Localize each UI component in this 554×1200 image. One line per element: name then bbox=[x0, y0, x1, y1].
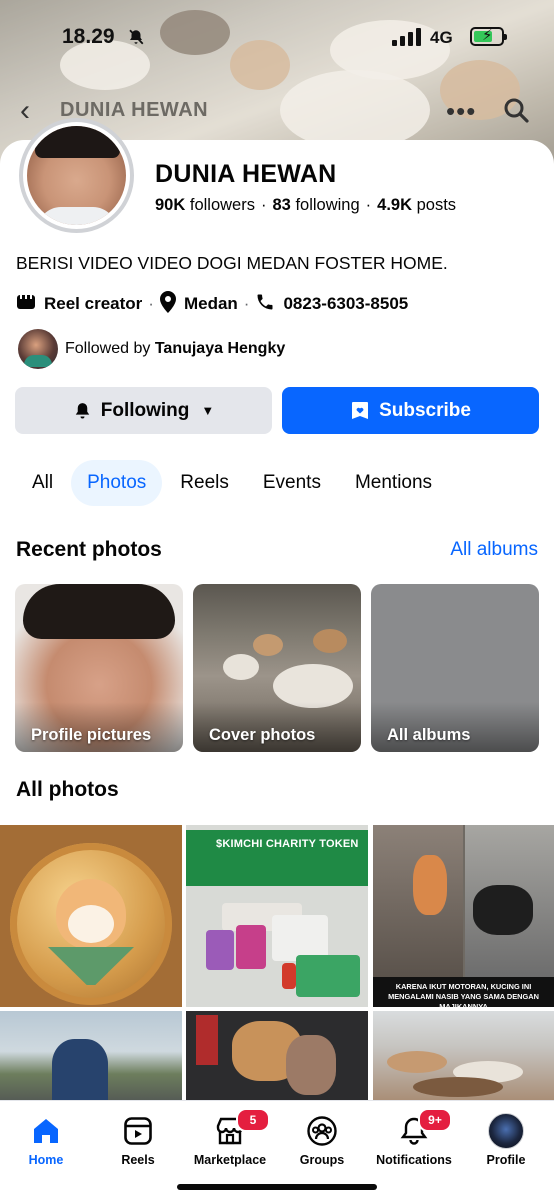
photo-tile[interactable]: $KIMCHI CHARITY TOKEN bbox=[186, 825, 368, 1007]
all-albums-link[interactable]: All albums bbox=[450, 539, 538, 561]
followed-by[interactable]: Followed by Tanujaya Hengky bbox=[18, 328, 285, 370]
marketplace-badge: 5 bbox=[236, 1108, 270, 1132]
tab-reels[interactable]: Reels bbox=[164, 460, 245, 506]
photo-tile[interactable] bbox=[0, 1011, 182, 1101]
nav-label: Home bbox=[28, 1153, 64, 1167]
profile-bio: BERISI VIDEO VIDEO DOGI MEDAN FOSTER HOM… bbox=[16, 253, 448, 273]
nav-marketplace[interactable]: 5 Marketplace bbox=[184, 1108, 276, 1167]
home-icon bbox=[0, 1111, 92, 1151]
reel-icon bbox=[16, 293, 36, 316]
nav-label: Notifications bbox=[376, 1153, 452, 1167]
followed-by-name[interactable]: Tanujaya Hengky bbox=[155, 340, 285, 357]
chevron-left-icon[interactable]: ‹ bbox=[20, 96, 30, 126]
banner-text: $KIMCHI CHARITY TOKEN bbox=[216, 838, 359, 850]
all-photos-title: All photos bbox=[16, 778, 119, 801]
album-label: All albums bbox=[387, 726, 471, 744]
signal-icon bbox=[392, 28, 422, 46]
profile-avatar[interactable] bbox=[19, 118, 134, 233]
nav-groups[interactable]: Groups bbox=[276, 1111, 368, 1167]
photo-tile[interactable] bbox=[186, 1011, 368, 1101]
battery-icon: ⚡ bbox=[470, 27, 507, 46]
home-indicator bbox=[177, 1184, 377, 1190]
search-icon[interactable] bbox=[502, 96, 530, 124]
category-label: Reel creator bbox=[44, 294, 143, 313]
bell-icon: 9+ bbox=[368, 1108, 460, 1151]
nav-label: Reels bbox=[121, 1153, 155, 1167]
tab-photos[interactable]: Photos bbox=[71, 460, 163, 506]
followers-label[interactable]: followers bbox=[190, 196, 255, 214]
tab-all[interactable]: All bbox=[16, 460, 69, 506]
avatar-image bbox=[27, 126, 126, 225]
album-profile-pictures[interactable]: Profile pictures bbox=[15, 584, 183, 752]
tab-mentions[interactable]: Mentions bbox=[339, 460, 448, 506]
album-label: Cover photos bbox=[209, 726, 316, 744]
followed-by-prefix: Followed by bbox=[65, 340, 151, 357]
nav-label: Marketplace bbox=[193, 1153, 267, 1167]
profile-details: Reel creator · Medan · 0823-6303-8505 bbox=[16, 290, 408, 318]
photo-caption: KARENA IKUT MOTORAN, KUCING INI MENGALAM… bbox=[373, 977, 554, 1007]
caret-down-icon: ▼ bbox=[201, 403, 215, 418]
photo-tile[interactable]: KARENA IKUT MOTORAN, KUCING INI MENGALAM… bbox=[373, 825, 554, 1007]
friend-avatar bbox=[18, 329, 58, 369]
bell-slash-icon bbox=[127, 28, 145, 51]
notifications-badge: 9+ bbox=[418, 1108, 452, 1132]
shiba-coin-image bbox=[10, 843, 172, 1005]
recent-photos-title: Recent photos bbox=[16, 538, 162, 561]
phone-number[interactable]: 0823-6303-8505 bbox=[283, 294, 408, 314]
marketplace-icon: 5 bbox=[184, 1108, 276, 1151]
nav-profile[interactable]: Profile bbox=[460, 1111, 552, 1167]
status-time: 18.29 bbox=[62, 25, 115, 48]
nav-notifications[interactable]: 9+ Notifications bbox=[368, 1108, 460, 1167]
subscribe-button[interactable]: Subscribe bbox=[282, 387, 539, 434]
profile-tabs: All Photos Reels Events Mentions bbox=[16, 459, 450, 507]
subscribe-label: Subscribe bbox=[379, 399, 471, 421]
groups-icon bbox=[276, 1111, 368, 1151]
profile-stats: 90K followers · 83 following · 4.9K posts bbox=[155, 196, 457, 214]
bell-icon bbox=[73, 401, 92, 421]
phone-icon bbox=[255, 292, 275, 317]
nav-label: Profile bbox=[486, 1153, 526, 1167]
tab-events[interactable]: Events bbox=[247, 460, 337, 506]
following-label[interactable]: following bbox=[295, 196, 359, 214]
posts-label: posts bbox=[416, 196, 457, 214]
profile-name: DUNIA HEWAN bbox=[155, 160, 337, 188]
subscribe-heart-icon bbox=[350, 401, 370, 421]
nav-reels[interactable]: Reels bbox=[92, 1111, 184, 1167]
nav-home[interactable]: Home bbox=[0, 1111, 92, 1167]
location-label[interactable]: Medan bbox=[184, 294, 238, 314]
reels-icon bbox=[92, 1111, 184, 1151]
posts-count: 4.9K bbox=[377, 196, 413, 214]
status-bar: 18.29 4G ⚡ bbox=[0, 0, 554, 74]
following-button[interactable]: Following ▼ bbox=[15, 387, 272, 434]
network-label: 4G bbox=[430, 28, 453, 47]
following-count[interactable]: 83 bbox=[272, 196, 290, 214]
more-horizontal-icon[interactable]: ••• bbox=[446, 96, 476, 127]
photo-tile[interactable] bbox=[0, 825, 182, 1007]
followers-count[interactable]: 90K bbox=[155, 196, 185, 214]
profile-avatar-icon bbox=[460, 1111, 552, 1151]
following-label: Following bbox=[100, 399, 190, 421]
nav-label: Groups bbox=[299, 1153, 345, 1167]
album-all-albums[interactable]: All albums bbox=[371, 584, 539, 752]
album-cover-photos[interactable]: Cover photos bbox=[193, 584, 361, 752]
album-label: Profile pictures bbox=[31, 726, 152, 744]
location-pin-icon bbox=[159, 290, 176, 318]
photo-tile[interactable] bbox=[373, 1011, 554, 1101]
